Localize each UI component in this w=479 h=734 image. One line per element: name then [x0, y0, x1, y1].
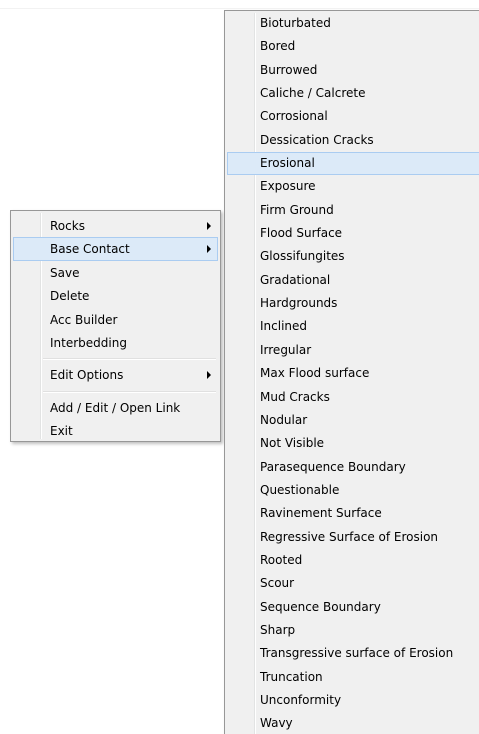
base-contact-submenu: Bioturbated Bored Burrowed Caliche / Cal… [224, 10, 479, 734]
submenu-item-transgressive-surface-of-erosion[interactable]: Transgressive surface of Erosion [227, 642, 479, 665]
submenu-item-questionable[interactable]: Questionable [227, 479, 479, 502]
submenu-item-label: Sharp [260, 622, 296, 637]
submenu-item-mud-cracks[interactable]: Mud Cracks [227, 386, 479, 409]
submenu-item-label: Questionable [260, 482, 340, 497]
submenu-item-irregular[interactable]: Irregular [227, 339, 479, 362]
submenu-item-max-flood-surface[interactable]: Max Flood surface [227, 362, 479, 385]
submenu-item-label: Glossifungites [260, 249, 345, 264]
menu-item-label: Save [50, 265, 80, 280]
submenu-item-sequence-boundary[interactable]: Sequence Boundary [227, 596, 479, 619]
menu-item-interbedding[interactable]: Interbedding [13, 331, 218, 354]
submenu-item-label: Rooted [260, 552, 303, 567]
submenu-item-dessication-cracks[interactable]: Dessication Cracks [227, 129, 479, 152]
submenu-item-scour[interactable]: Scour [227, 572, 479, 595]
submenu-arrow-icon [207, 371, 211, 380]
submenu-item-label: Firm Ground [260, 202, 334, 217]
submenu-item-label: Bored [260, 39, 296, 54]
submenu-item-corrosional[interactable]: Corrosional [227, 105, 479, 128]
submenu-item-label: Dessication Cracks [260, 132, 374, 147]
menu-item-rocks[interactable]: Rocks [13, 214, 218, 237]
menu-item-acc-builder[interactable]: Acc Builder [13, 308, 218, 331]
menu-item-edit-options[interactable]: Edit Options [13, 363, 218, 386]
submenu-item-truncation[interactable]: Truncation [227, 666, 479, 689]
menu-item-label: Edit Options [50, 368, 124, 383]
submenu-item-bored[interactable]: Bored [227, 35, 479, 58]
submenu-item-label: Wavy [260, 716, 293, 731]
menu-separator [13, 354, 218, 363]
submenu-arrow-icon [207, 221, 211, 230]
submenu-item-label: Unconformity [260, 692, 342, 707]
submenu-item-not-visible[interactable]: Not Visible [227, 432, 479, 455]
submenu-arrow-icon [207, 245, 211, 254]
submenu-item-label: Bioturbated [260, 16, 331, 30]
submenu-item-ravinement-surface[interactable]: Ravinement Surface [227, 502, 479, 525]
submenu-item-label: Gradational [260, 272, 331, 287]
window-edge [0, 8, 479, 9]
menu-item-label: Exit [50, 424, 73, 439]
submenu-item-label: Sequence Boundary [260, 599, 381, 614]
menu-item-delete[interactable]: Delete [13, 284, 218, 307]
submenu-item-label: Parasequence Boundary [260, 459, 406, 474]
submenu-item-label: Corrosional [260, 109, 328, 124]
submenu-item-label: Caliche / Calcrete [260, 86, 366, 101]
submenu-item-label: Inclined [260, 319, 308, 334]
menu-item-label: Base Contact [50, 242, 130, 257]
submenu-item-label: Burrowed [260, 62, 318, 77]
submenu-item-label: Irregular [260, 342, 312, 357]
submenu-item-label: Truncation [260, 669, 323, 684]
submenu-item-nodular[interactable]: Nodular [227, 409, 479, 432]
submenu-item-caliche-calcrete[interactable]: Caliche / Calcrete [227, 82, 479, 105]
submenu-item-burrowed[interactable]: Burrowed [227, 59, 479, 82]
submenu-item-label: Regressive Surface of Erosion [260, 529, 439, 544]
submenu-item-hardgrounds[interactable]: Hardgrounds [227, 292, 479, 315]
submenu-item-label: Not Visible [260, 436, 325, 451]
menu-item-label: Add / Edit / Open Link [50, 400, 181, 415]
menu-item-base-contact[interactable]: Base Contact [13, 237, 218, 261]
submenu-item-gradational[interactable]: Gradational [227, 269, 479, 292]
screen: Rocks Base Contact Save Delete Acc Build… [0, 0, 479, 734]
submenu-item-unconformity[interactable]: Unconformity [227, 689, 479, 712]
submenu-item-label: Max Flood surface [260, 366, 370, 381]
submenu-item-exposure[interactable]: Exposure [227, 175, 479, 198]
menu-item-save[interactable]: Save [13, 261, 218, 284]
submenu-item-rooted[interactable]: Rooted [227, 549, 479, 572]
submenu-item-label: Erosional [260, 156, 315, 171]
submenu-item-bioturbated[interactable]: Bioturbated [227, 12, 479, 35]
submenu-item-firm-ground[interactable]: Firm Ground [227, 199, 479, 222]
submenu-item-label: Ravinement Surface [260, 506, 382, 521]
submenu-item-inclined[interactable]: Inclined [227, 315, 479, 338]
submenu-item-sharp[interactable]: Sharp [227, 619, 479, 642]
menu-item-exit[interactable]: Exit [13, 419, 218, 442]
menu-item-label: Rocks [50, 219, 85, 233]
menu-item-label: Delete [50, 289, 90, 304]
submenu-item-label: Scour [260, 576, 295, 591]
submenu-item-flood-surface[interactable]: Flood Surface [227, 222, 479, 245]
submenu-item-erosional[interactable]: Erosional [227, 152, 479, 176]
menu-item-label: Acc Builder [50, 312, 118, 327]
menu-item-label: Interbedding [50, 335, 127, 350]
context-menu: Rocks Base Contact Save Delete Acc Build… [10, 210, 221, 442]
submenu-item-label: Hardgrounds [260, 296, 338, 311]
submenu-item-glossifungites[interactable]: Glossifungites [227, 245, 479, 268]
submenu-item-wavy[interactable]: Wavy [227, 712, 479, 734]
submenu-item-regressive-surface-of-erosion[interactable]: Regressive Surface of Erosion [227, 526, 479, 549]
submenu-item-label: Nodular [260, 412, 308, 427]
menu-separator [13, 387, 218, 396]
submenu-item-label: Transgressive surface of Erosion [260, 646, 454, 661]
submenu-item-label: Flood Surface [260, 226, 343, 241]
submenu-item-label: Mud Cracks [260, 389, 330, 404]
menu-item-add-edit-open-link[interactable]: Add / Edit / Open Link [13, 396, 218, 419]
submenu-item-label: Exposure [260, 179, 316, 194]
submenu-item-parasequence-boundary[interactable]: Parasequence Boundary [227, 456, 479, 479]
